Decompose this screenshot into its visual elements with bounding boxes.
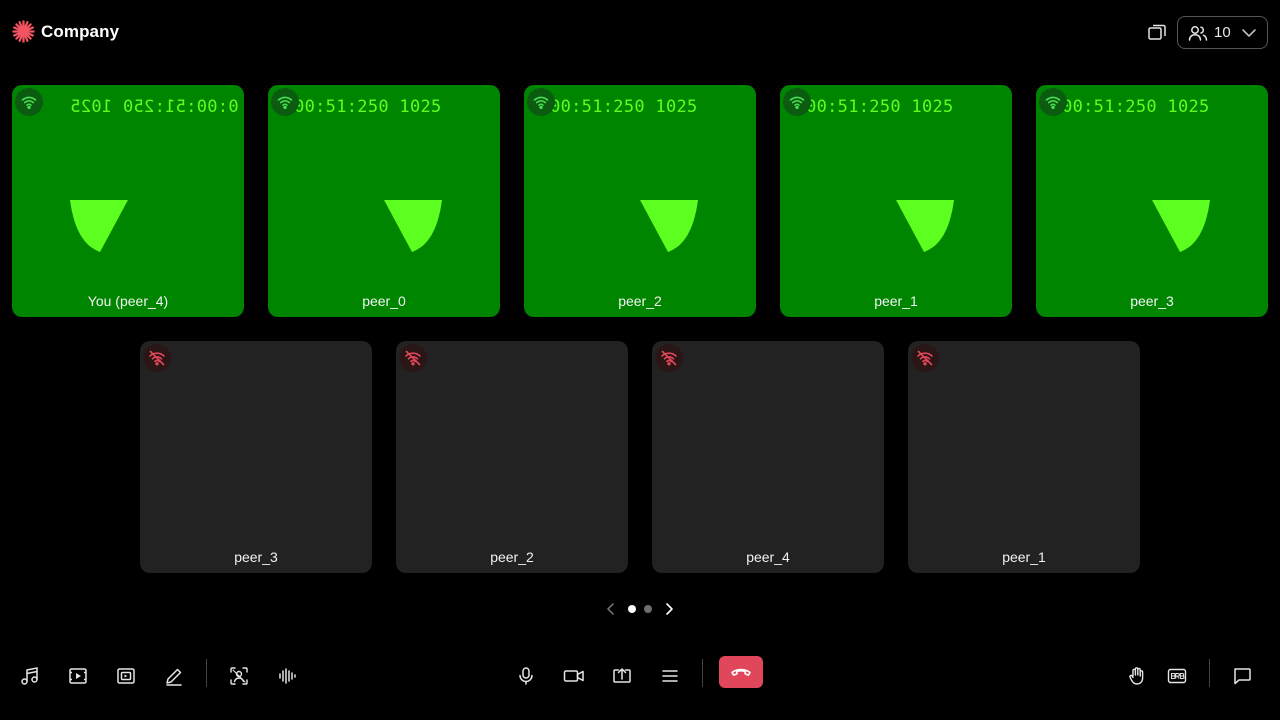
screenshare-icon — [613, 668, 631, 683]
video-wedge-overlay — [1152, 200, 1210, 252]
people-icon — [1188, 25, 1208, 41]
raise-hand-button[interactable] — [1121, 660, 1153, 692]
video-tile[interactable]: 0:00:51:250 1025 peer_2 — [524, 85, 756, 317]
company-name: Company — [41, 21, 120, 41]
toolbar-divider — [1209, 659, 1210, 687]
chevron-left-icon[interactable] — [604, 601, 618, 617]
picture-in-picture-button[interactable] — [1146, 21, 1168, 43]
video-tile[interactable]: 0:00:51:250 1025 You (peer_4) — [12, 85, 244, 317]
network-quality-badge — [911, 344, 939, 372]
brb-button[interactable] — [1161, 660, 1193, 692]
video-tile[interactable]: 0:00:51:250 1025 peer_3 — [1036, 85, 1268, 317]
raise-hand-icon — [1129, 667, 1144, 685]
tile-name: peer_1 — [874, 293, 918, 309]
picture-in-picture-icon — [1148, 24, 1166, 40]
wifi-icon — [1045, 96, 1061, 109]
media-button[interactable] — [110, 660, 142, 692]
wifi-off-icon — [149, 350, 165, 366]
wifi-icon — [277, 96, 293, 109]
peer-tile[interactable]: peer_4 — [652, 341, 884, 573]
whiteboard-button[interactable] — [158, 660, 190, 692]
video-wedge-overlay — [70, 200, 128, 252]
network-quality-badge — [143, 344, 171, 372]
participants-button[interactable]: 10 — [1177, 16, 1268, 49]
wifi-icon — [533, 96, 549, 109]
microphone-icon — [519, 667, 533, 685]
virtual-background-icon — [230, 667, 248, 685]
play-video-button[interactable] — [62, 660, 94, 692]
chat-icon — [1234, 668, 1251, 685]
bottom-control-bar — [0, 640, 1280, 720]
network-quality-badge — [271, 88, 299, 116]
microphone-button[interactable] — [510, 660, 542, 692]
tile-name: peer_3 — [1130, 293, 1174, 309]
chevron-right-icon[interactable] — [662, 601, 676, 617]
peer-tile[interactable]: peer_2 — [396, 341, 628, 573]
video-wedge-overlay — [896, 200, 954, 252]
wifi-off-icon — [405, 350, 421, 366]
more-menu-button[interactable] — [654, 660, 686, 692]
play-video-icon — [69, 668, 87, 684]
video-wedge-overlay — [384, 200, 442, 252]
music-icon — [21, 667, 38, 685]
wifi-icon — [789, 96, 805, 109]
whiteboard-pen-icon — [166, 668, 182, 686]
video-timecode-overlay: 0:00:51:250 1025 — [70, 97, 239, 117]
tile-name: peer_2 — [490, 549, 534, 565]
tile-name: peer_4 — [746, 549, 790, 565]
grid-pagination — [604, 601, 676, 617]
network-quality-badge — [399, 344, 427, 372]
end-call-icon — [731, 668, 751, 676]
company-logo: Company — [12, 20, 119, 43]
wifi-off-icon — [661, 350, 677, 366]
network-quality-badge — [527, 88, 555, 116]
network-quality-badge — [655, 344, 683, 372]
screenshare-button[interactable] — [606, 660, 638, 692]
camera-icon — [563, 670, 584, 682]
camera-button[interactable] — [558, 660, 590, 692]
brb-icon — [1167, 668, 1187, 684]
end-call-button[interactable] — [719, 656, 763, 688]
tile-name: peer_3 — [234, 549, 278, 565]
noise-suppression-icon — [279, 668, 296, 684]
more-menu-icon — [662, 670, 678, 682]
network-quality-badge — [1039, 88, 1067, 116]
network-quality-badge — [15, 88, 43, 116]
tile-name: peer_0 — [362, 293, 406, 309]
chevron-down-icon — [1241, 28, 1256, 37]
page-dot-1[interactable] — [628, 605, 636, 613]
participant-count: 10 — [1214, 24, 1231, 41]
tile-name: You (peer_4) — [87, 293, 169, 309]
toolbar-divider — [702, 659, 703, 687]
tile-name: peer_2 — [618, 293, 662, 309]
video-wedge-overlay — [640, 200, 698, 252]
peer-tile[interactable]: peer_1 — [908, 341, 1140, 573]
tile-name: peer_1 — [1002, 549, 1046, 565]
company-logo-icon — [12, 20, 35, 43]
page-dot-2[interactable] — [644, 605, 652, 613]
network-quality-badge — [783, 88, 811, 116]
peer-tile[interactable]: peer_3 — [140, 341, 372, 573]
media-icon — [117, 668, 135, 684]
video-tile[interactable]: 0:00:51:250 1025 peer_1 — [780, 85, 1012, 317]
music-button[interactable] — [14, 660, 46, 692]
video-tile[interactable]: 0:00:51:250 1025 peer_0 — [268, 85, 500, 317]
toolbar-divider — [206, 659, 207, 687]
wifi-off-icon — [917, 350, 933, 366]
noise-suppression-button[interactable] — [271, 660, 303, 692]
chat-button[interactable] — [1226, 660, 1258, 692]
top-bar: Company 10 — [0, 0, 1280, 64]
wifi-icon — [21, 96, 37, 109]
virtual-background-button[interactable] — [223, 660, 255, 692]
